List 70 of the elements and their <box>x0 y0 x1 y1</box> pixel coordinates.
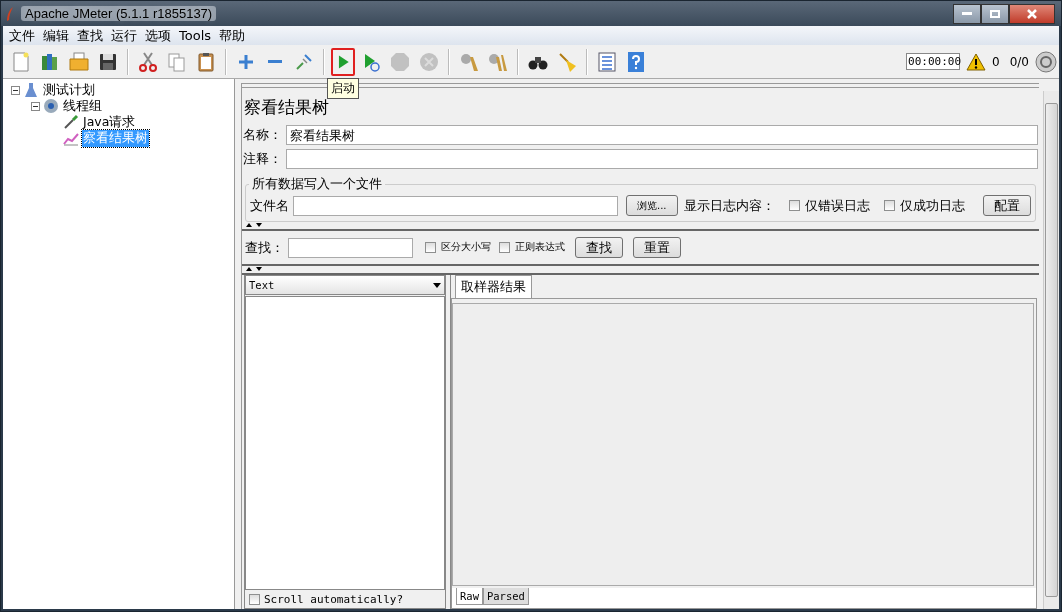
group-title: 所有数据写入一个文件 <box>251 175 383 193</box>
checkbox-label: Scroll automatically? <box>264 592 404 606</box>
menu-item[interactable]: 选项 <box>141 26 175 45</box>
minus-icon <box>268 60 282 63</box>
menu-item[interactable]: 运行 <box>107 26 141 45</box>
tooltip: 启动 <box>327 78 359 99</box>
field-label: 文件名 <box>250 196 289 215</box>
checkbox-label: 仅错误日志 <box>804 196 870 215</box>
filename-field[interactable] <box>293 195 618 216</box>
checkbox[interactable] <box>425 241 436 253</box>
maximize-button[interactable] <box>981 3 1009 24</box>
scissors-icon <box>137 50 159 73</box>
comment-field[interactable] <box>286 149 1038 169</box>
tree-item[interactable]: 线程组 <box>62 97 103 115</box>
scrollbar[interactable] <box>1043 91 1059 609</box>
status-indicator-icon[interactable] <box>1035 50 1057 73</box>
view-tab[interactable]: Raw <box>456 588 483 605</box>
field-label: 注释： <box>243 150 282 168</box>
flask-icon <box>23 82 39 98</box>
view-tab[interactable]: Parsed <box>482 588 529 605</box>
action-button[interactable]: 重置 <box>633 237 681 258</box>
pipette-icon <box>63 114 79 130</box>
checkbox[interactable] <box>249 593 260 605</box>
copy-icon <box>166 50 188 73</box>
splitter-arrows-icon[interactable] <box>245 266 263 272</box>
minimize-icon <box>962 11 972 16</box>
new-file-icon <box>10 50 32 73</box>
minimize-button[interactable] <box>953 3 981 24</box>
checkbox-label: 区分大小写 <box>441 240 491 255</box>
action-button[interactable]: 查找 <box>575 237 623 258</box>
checkbox[interactable] <box>788 200 800 211</box>
field-label: 显示日志内容： <box>683 196 775 215</box>
maximize-icon <box>990 9 1000 18</box>
name-field[interactable]: 察看结果树 <box>286 125 1038 145</box>
menu-item[interactable]: Tools <box>175 28 216 43</box>
dropdown-caret-icon <box>433 282 441 288</box>
broom-icon <box>556 50 578 73</box>
field-label: 名称： <box>243 126 282 144</box>
checkbox[interactable] <box>499 241 510 253</box>
search-field[interactable] <box>288 237 413 258</box>
warning-icon <box>966 52 987 71</box>
clipboard-icon <box>195 50 217 73</box>
close-icon <box>1027 8 1037 19</box>
checkbox-label: 仅成功日志 <box>899 196 965 215</box>
tree-toggle[interactable] <box>31 101 40 111</box>
help-icon <box>625 50 647 73</box>
close-button[interactable] <box>1009 3 1055 24</box>
result-tab[interactable]: 取样器结果 <box>455 275 532 298</box>
tree-toggle[interactable] <box>11 85 20 95</box>
elapsed-time: 00:00:00 <box>906 53 961 70</box>
warning-count: 0 <box>992 54 1000 69</box>
list-icon <box>596 50 618 73</box>
menu-item[interactable]: 编辑 <box>39 26 73 45</box>
menu-item[interactable]: 帮助 <box>215 26 250 45</box>
feather-icon <box>5 5 15 22</box>
tree-item[interactable]: Java请求 <box>82 113 137 131</box>
close-circle-icon <box>418 50 440 73</box>
checkbox-label: 正则表达式 <box>515 240 565 255</box>
folder-icon <box>68 50 90 73</box>
field-label: 查找： <box>245 238 284 257</box>
renderer-dropdown[interactable]: Text <box>245 275 445 295</box>
checkbox[interactable] <box>883 200 895 211</box>
menu-item[interactable]: 文件 <box>5 26 39 45</box>
splitter-arrows-icon[interactable] <box>245 222 263 228</box>
browse-button[interactable]: 浏览... <box>626 195 678 216</box>
stop-icon <box>389 50 411 73</box>
configure-button[interactable]: 配置 <box>983 195 1031 216</box>
tree-item[interactable]: 测试计划 <box>42 81 96 99</box>
menu-item[interactable]: 查找 <box>73 26 107 45</box>
thread-count: 0/0 <box>1009 54 1029 69</box>
